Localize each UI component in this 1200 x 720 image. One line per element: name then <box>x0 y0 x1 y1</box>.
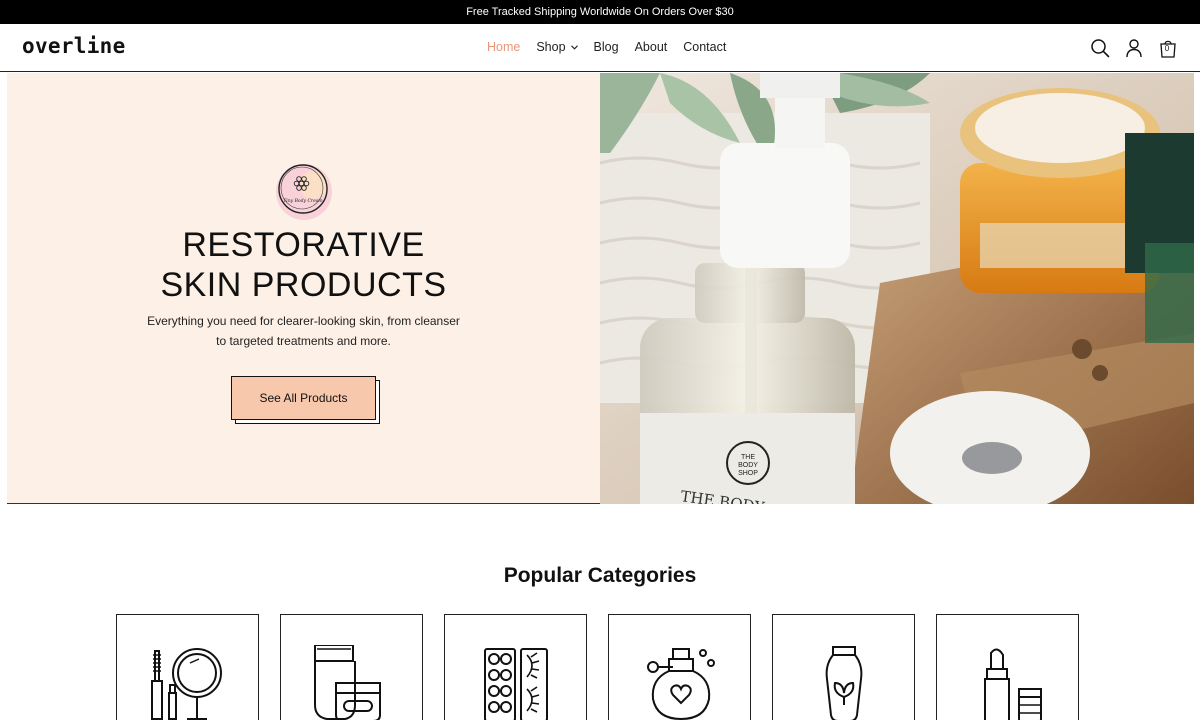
badge-text: Tiny Body Cream <box>283 198 322 204</box>
site-logo[interactable]: overline <box>22 34 126 58</box>
cart-button[interactable]: 0 <box>1158 38 1178 58</box>
palette-lashes-icon <box>484 648 548 720</box>
bottle-logo-line2: BODY <box>738 462 758 469</box>
site-header: overline Home Shop Blog About Contact 0 <box>0 24 1200 72</box>
hero-banner: Tiny Body Cream RESTORATIVE SKIN PRODUCT… <box>0 73 1200 504</box>
nav-item-label: Shop <box>536 40 566 54</box>
category-grid <box>116 614 1080 720</box>
nav-item-label: Home <box>487 40 521 54</box>
announcement-bar: Free Tracked Shipping Worldwide On Order… <box>0 0 1200 24</box>
category-card[interactable] <box>280 614 423 720</box>
brand-badge-icon: Tiny Body Cream <box>276 164 332 220</box>
mirror-mascara-icon <box>151 648 222 720</box>
account-icon[interactable] <box>1124 38 1144 58</box>
nav-item-label: About <box>634 40 668 54</box>
category-card[interactable] <box>608 614 751 720</box>
hero-subtitle-line2: to targeted treatments and more. <box>216 334 391 348</box>
nav-item-about[interactable]: About <box>635 40 668 54</box>
lipstick-icon <box>984 648 1042 720</box>
bottle-logo-line1: THE <box>741 454 755 461</box>
nav-item-contact[interactable]: Contact <box>683 40 726 54</box>
hero-subtitle: Everything you need for clearer-looking … <box>7 311 600 351</box>
popular-categories-title: Popular Categories <box>503 564 697 587</box>
category-card[interactable] <box>936 614 1079 720</box>
hero-subtitle-line1: Everything you need for clearer-looking … <box>147 314 460 328</box>
nav-item-home[interactable]: Home <box>487 40 520 54</box>
category-card[interactable] <box>772 614 915 720</box>
skincare-product-photo: THE BODY SHOP THE BODY <box>600 73 1194 504</box>
category-card[interactable] <box>444 614 587 720</box>
cart-count: 0 <box>1164 44 1170 53</box>
cream-tubes-icon <box>314 645 381 720</box>
search-icon[interactable] <box>1090 38 1110 58</box>
announcement-text: Free Tracked Shipping Worldwide On Order… <box>466 6 734 18</box>
hero-title: RESTORATIVE SKIN PRODUCTS <box>7 225 600 305</box>
lotion-bottle-icon <box>825 646 863 720</box>
nav-item-blog[interactable]: Blog <box>594 40 619 54</box>
bottle-logo-line3: SHOP <box>738 470 758 477</box>
hero-image: THE BODY SHOP THE BODY <box>600 73 1194 504</box>
main-nav: Home Shop Blog About Contact <box>487 40 742 54</box>
nav-item-shop[interactable]: Shop <box>536 40 578 54</box>
hero-title-line2: SKIN PRODUCTS <box>160 266 447 304</box>
nav-item-label: Contact <box>683 40 727 54</box>
hero-title-line1: RESTORATIVE <box>182 226 425 264</box>
nav-item-label: Blog <box>593 40 619 54</box>
see-all-products-button[interactable]: See All Products <box>231 376 376 420</box>
header-actions: 0 <box>1090 38 1178 58</box>
category-card[interactable] <box>116 614 259 720</box>
chevron-down-icon <box>570 44 578 50</box>
perfume-icon <box>647 648 715 720</box>
hero-content: Tiny Body Cream RESTORATIVE SKIN PRODUCT… <box>7 73 600 504</box>
